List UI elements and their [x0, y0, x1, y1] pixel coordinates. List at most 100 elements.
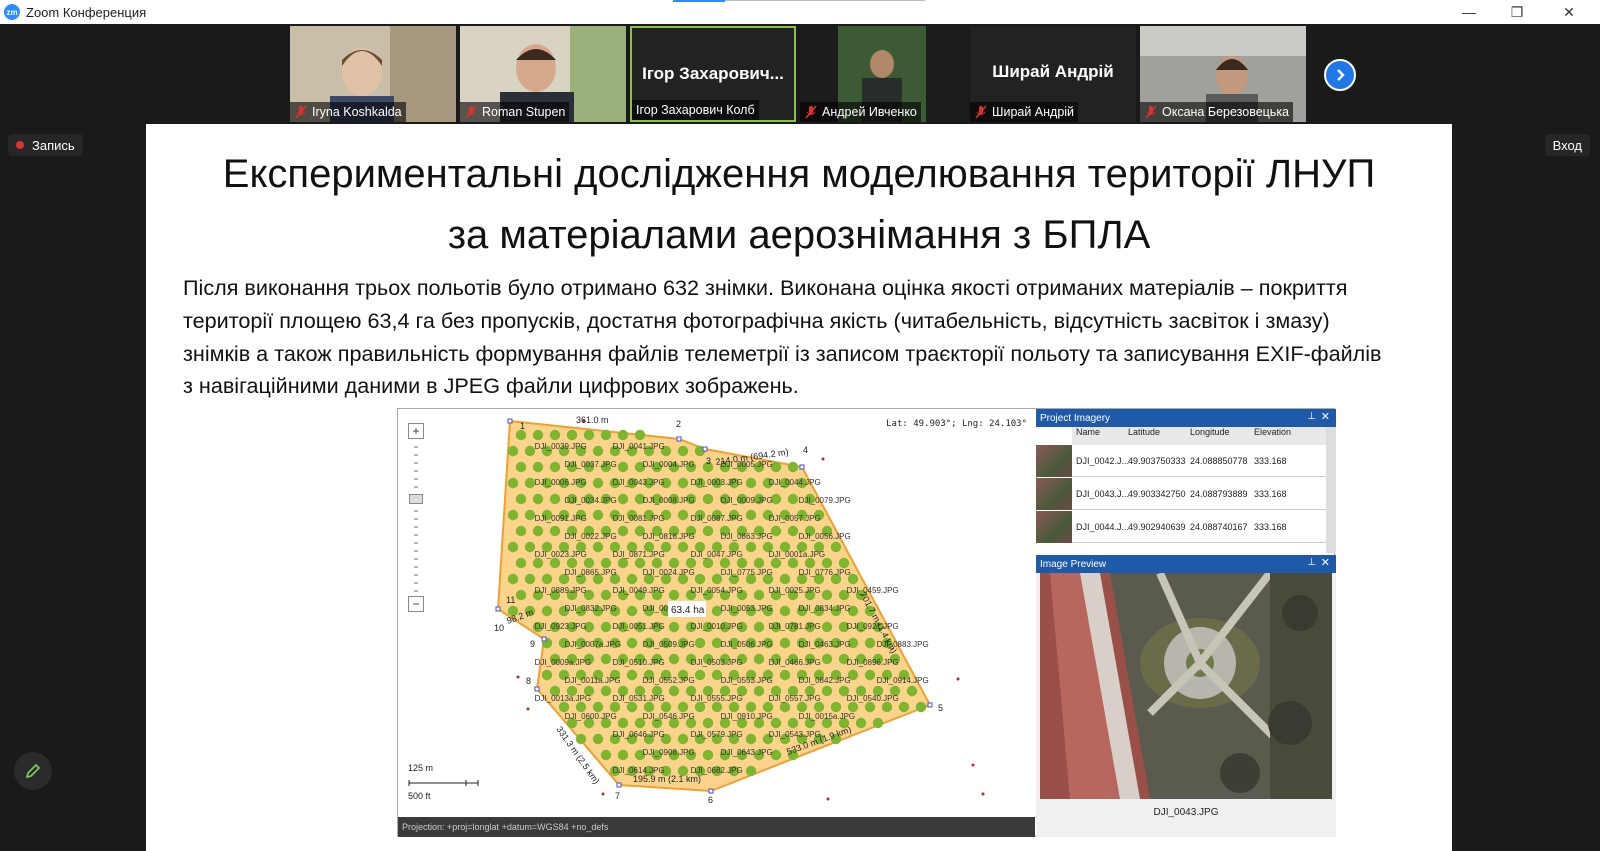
- photo-point[interactable]: [660, 701, 672, 713]
- photo-point[interactable]: [753, 653, 765, 665]
- photo-point[interactable]: [864, 669, 876, 681]
- pin-icon[interactable]: ⊥: [1307, 411, 1316, 422]
- photo-point[interactable]: [600, 589, 612, 601]
- photo-point[interactable]: [532, 525, 544, 537]
- photo-point[interactable]: [515, 589, 527, 601]
- photo-point[interactable]: [736, 557, 748, 569]
- photo-point[interactable]: [779, 605, 791, 617]
- photo-point[interactable]: [600, 557, 612, 569]
- photo-point[interactable]: [549, 557, 561, 569]
- photo-point[interactable]: [745, 541, 757, 553]
- photo-point[interactable]: [600, 653, 612, 665]
- photo-point[interactable]: [753, 557, 765, 569]
- photo-point[interactable]: [566, 429, 578, 441]
- photo-point[interactable]: [864, 701, 876, 713]
- photo-point[interactable]: [626, 701, 638, 713]
- photo-point[interactable]: [796, 701, 808, 713]
- photo-point[interactable]: [728, 701, 740, 713]
- photo-point[interactable]: [592, 445, 604, 457]
- vertex-marker[interactable]: [927, 702, 933, 708]
- photo-point[interactable]: [906, 685, 918, 697]
- photo-point[interactable]: [626, 669, 638, 681]
- photo-point[interactable]: [830, 541, 842, 553]
- photo-point[interactable]: [745, 509, 757, 521]
- photo-point[interactable]: [626, 637, 638, 649]
- photo-point[interactable]: [753, 621, 765, 633]
- photo-point[interactable]: [813, 701, 825, 713]
- photo-point[interactable]: [566, 557, 578, 569]
- photo-point[interactable]: [524, 541, 536, 553]
- photo-point[interactable]: [583, 429, 595, 441]
- photo-point[interactable]: [541, 605, 553, 617]
- photo-point[interactable]: [532, 493, 544, 505]
- photo-point[interactable]: [821, 653, 833, 665]
- photo-point[interactable]: [770, 557, 782, 569]
- photo-point[interactable]: [532, 429, 544, 441]
- photo-point[interactable]: [532, 557, 544, 569]
- table-row[interactable]: DJI_0042.J... 49.903750333 24.088850778 …: [1036, 444, 1326, 477]
- photo-point[interactable]: [668, 621, 680, 633]
- photo-point[interactable]: [787, 717, 799, 729]
- photo-point[interactable]: [575, 733, 587, 745]
- enter-button[interactable]: Вход: [1544, 134, 1590, 156]
- photo-point[interactable]: [617, 717, 629, 729]
- participant-tile-iryna[interactable]: Iryna Koshkalda: [290, 26, 456, 122]
- photo-point[interactable]: [643, 701, 655, 713]
- photo-point[interactable]: [592, 733, 604, 745]
- photo-point[interactable]: [626, 573, 638, 585]
- photo-point[interactable]: [507, 541, 519, 553]
- photo-point[interactable]: [507, 573, 519, 585]
- photo-point[interactable]: [677, 733, 689, 745]
- photo-point[interactable]: [515, 461, 527, 473]
- photo-point[interactable]: [600, 749, 612, 761]
- close-icon[interactable]: ✕: [1321, 410, 1330, 423]
- photo-point[interactable]: [617, 749, 629, 761]
- photo-point[interactable]: [694, 637, 706, 649]
- photo-point[interactable]: [507, 509, 519, 521]
- photo-point[interactable]: [702, 493, 714, 505]
- photo-point[interactable]: [821, 621, 833, 633]
- photo-point[interactable]: [821, 557, 833, 569]
- photo-point[interactable]: [694, 573, 706, 585]
- photo-point[interactable]: [694, 701, 706, 713]
- photo-point[interactable]: [626, 605, 638, 617]
- participant-tile-andrey[interactable]: Андрей Ивченко: [800, 26, 966, 122]
- photo-point[interactable]: [532, 461, 544, 473]
- participant-tile-oksana[interactable]: Оксана Березовецька: [1140, 26, 1306, 122]
- photo-point[interactable]: [779, 637, 791, 649]
- photo-point[interactable]: [677, 477, 689, 489]
- photo-point[interactable]: [541, 669, 553, 681]
- vertex-marker[interactable]: [495, 606, 501, 612]
- column-header[interactable]: Name: [1072, 427, 1124, 445]
- participant-tile-igor[interactable]: Ігор Захарович... Ігор Захарович Колб: [630, 26, 796, 122]
- photo-point[interactable]: [558, 701, 570, 713]
- photo-point[interactable]: [549, 493, 561, 505]
- photo-point[interactable]: [702, 749, 714, 761]
- photo-point[interactable]: [745, 477, 757, 489]
- photo-point[interactable]: [575, 701, 587, 713]
- column-header[interactable]: Elevation: [1250, 427, 1326, 445]
- photo-point[interactable]: [651, 557, 663, 569]
- column-header[interactable]: Latitude: [1124, 427, 1186, 445]
- photo-point[interactable]: [541, 573, 553, 585]
- zoom-slider-handle[interactable]: [409, 494, 423, 504]
- photo-point[interactable]: [915, 701, 927, 713]
- photo-point[interactable]: [685, 557, 697, 569]
- photo-point[interactable]: [711, 701, 723, 713]
- photo-point[interactable]: [804, 557, 816, 569]
- photo-point[interactable]: [753, 589, 765, 601]
- photo-point[interactable]: [668, 685, 680, 697]
- photo-point[interactable]: [592, 509, 604, 521]
- vertex-marker[interactable]: [708, 788, 714, 794]
- photo-point[interactable]: [524, 477, 536, 489]
- photo-point[interactable]: [838, 557, 850, 569]
- photo-point[interactable]: [524, 445, 536, 457]
- photo-point[interactable]: [617, 461, 629, 473]
- photo-point[interactable]: [515, 493, 527, 505]
- minimize-button[interactable]: —: [1446, 0, 1492, 24]
- photo-point[interactable]: [694, 669, 706, 681]
- photo-point[interactable]: [745, 733, 757, 745]
- photo-point[interactable]: [524, 573, 536, 585]
- photo-point[interactable]: [855, 717, 867, 729]
- photo-point[interactable]: [617, 557, 629, 569]
